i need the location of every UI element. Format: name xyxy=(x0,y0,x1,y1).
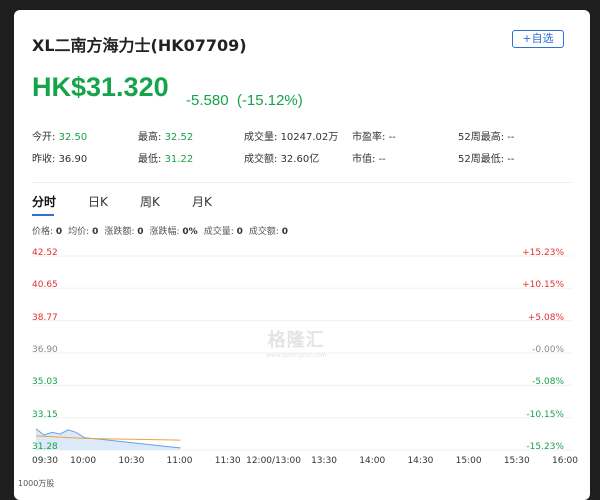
stat-label: 成交量: xyxy=(244,132,281,143)
tab-1[interactable]: 日K xyxy=(88,193,108,210)
info-value: 0 xyxy=(236,227,243,237)
x-tick: 15:30 xyxy=(503,456,530,466)
info-value: 0 xyxy=(281,227,289,237)
y-tick-left: 33.15 xyxy=(32,409,58,420)
stock-card: XL二南方海力士(HK07709) +自选 HK$31.320 -5.580 (… xyxy=(14,10,590,500)
y-tick-right: +15.23% xyxy=(522,248,564,258)
y-tick-right: +10.15% xyxy=(522,280,564,291)
stat-label: 市盈率: xyxy=(352,132,389,143)
stat-stats_row2-4: 52周最低: -- xyxy=(458,150,515,165)
y-tick-right: -0.00% xyxy=(532,345,564,355)
stat-stats_row1-3: 市盈率: -- xyxy=(352,128,396,143)
change-percent: (-15.12%) xyxy=(236,92,303,109)
stat-label: 最低: xyxy=(138,154,165,165)
y-tick-left: 40.65 xyxy=(32,280,58,291)
stat-label: 52周最高: xyxy=(458,132,508,143)
stat-label: 成交额: xyxy=(244,154,281,165)
y-tick-left: 36.90 xyxy=(32,345,58,355)
stat-stats_row1-2: 成交量: 10247.02万 xyxy=(244,128,338,143)
info-value: 0 xyxy=(55,227,63,237)
info-item-1: 均价: 0 xyxy=(68,227,99,237)
stat-value: -- xyxy=(507,154,515,165)
intraday-chart[interactable] xyxy=(32,246,572,468)
info-value: 0% xyxy=(182,227,198,237)
stat-value: 32.60亿 xyxy=(280,154,320,165)
x-tick: 14:00 xyxy=(359,456,386,466)
stat-value: 10247.02万 xyxy=(280,132,339,143)
x-tick: 13:30 xyxy=(311,456,338,466)
info-value: 0 xyxy=(92,227,99,237)
stat-label: 市值: xyxy=(352,154,379,165)
x-tick: 11:30 xyxy=(214,456,241,466)
x-tick: 10:00 xyxy=(70,456,97,466)
active-tab-indicator xyxy=(32,214,54,216)
y-tick-right: -15.23% xyxy=(526,442,564,452)
x-tick: 12:00/13:00 xyxy=(246,456,301,466)
info-item-0: 价格: 0 xyxy=(32,227,63,237)
y-tick-left: 35.03 xyxy=(32,377,58,388)
stat-label: 最高: xyxy=(138,132,165,143)
y-tick-right: -10.15% xyxy=(526,409,564,420)
stat-value: -- xyxy=(507,132,515,143)
x-tick: 14:30 xyxy=(407,456,434,466)
add-watchlist-button[interactable]: +自选 xyxy=(512,30,564,48)
info-item-3: 涨跌幅: 0% xyxy=(149,227,198,237)
stock-title: XL二南方海力士(HK07709) xyxy=(32,36,247,55)
stat-stats_row2-0: 昨收: 36.90 xyxy=(32,150,87,165)
divider xyxy=(32,182,572,183)
stat-value: -- xyxy=(388,132,396,143)
y-tick-left: 42.52 xyxy=(32,248,58,258)
x-tick: 15:00 xyxy=(455,456,482,466)
volume-axis-label: 1000万股 xyxy=(18,479,55,488)
y-tick-left: 38.77 xyxy=(32,312,58,323)
tab-2[interactable]: 周K xyxy=(140,193,160,210)
info-item-2: 涨跌额: 0 xyxy=(104,227,144,237)
price-change: -5.580 (-15.12%) xyxy=(186,92,303,109)
stat-stats_row2-3: 市值: -- xyxy=(352,150,386,165)
stat-stats_row1-0: 今开: 32.50 xyxy=(32,128,87,143)
stat-stats_row2-1: 最低: 31.22 xyxy=(138,150,193,165)
info-item-4: 成交量: 0 xyxy=(203,227,243,237)
stat-stats_row1-1: 最高: 32.52 xyxy=(138,128,193,143)
info-value: 0 xyxy=(137,227,144,237)
tab-3[interactable]: 月K xyxy=(192,193,212,210)
x-tick: 16:00 xyxy=(552,456,578,466)
x-tick: 10:30 xyxy=(118,456,145,466)
stat-stats_row1-4: 52周最高: -- xyxy=(458,128,515,143)
stat-label: 昨收: xyxy=(32,154,59,165)
info-item-5: 成交额: 0 xyxy=(248,227,289,237)
stat-label: 今开: xyxy=(32,132,59,143)
y-tick-right: -5.08% xyxy=(532,377,564,388)
crosshair-info: 价格: 0 均价: 0 涨跌额: 0 涨跌幅: 0% 成交量: 0 成交额: 0 xyxy=(32,224,294,237)
stat-value: 32.50 xyxy=(58,132,88,143)
x-tick: 11:00 xyxy=(166,456,193,466)
current-price: HK$31.320 xyxy=(32,72,169,102)
stat-stats_row2-2: 成交额: 32.60亿 xyxy=(244,150,319,165)
y-tick-left: 31.28 xyxy=(32,442,58,452)
stat-value: -- xyxy=(378,154,386,165)
y-tick-right: +5.08% xyxy=(527,312,564,323)
x-tick: 09:30 xyxy=(32,456,58,466)
stat-label: 52周最低: xyxy=(458,154,508,165)
stat-value: 36.90 xyxy=(58,154,88,165)
tab-0[interactable]: 分时 xyxy=(32,193,56,210)
stat-value: 31.22 xyxy=(164,154,194,165)
change-value: -5.580 xyxy=(186,92,229,109)
stat-value: 32.52 xyxy=(164,132,194,143)
